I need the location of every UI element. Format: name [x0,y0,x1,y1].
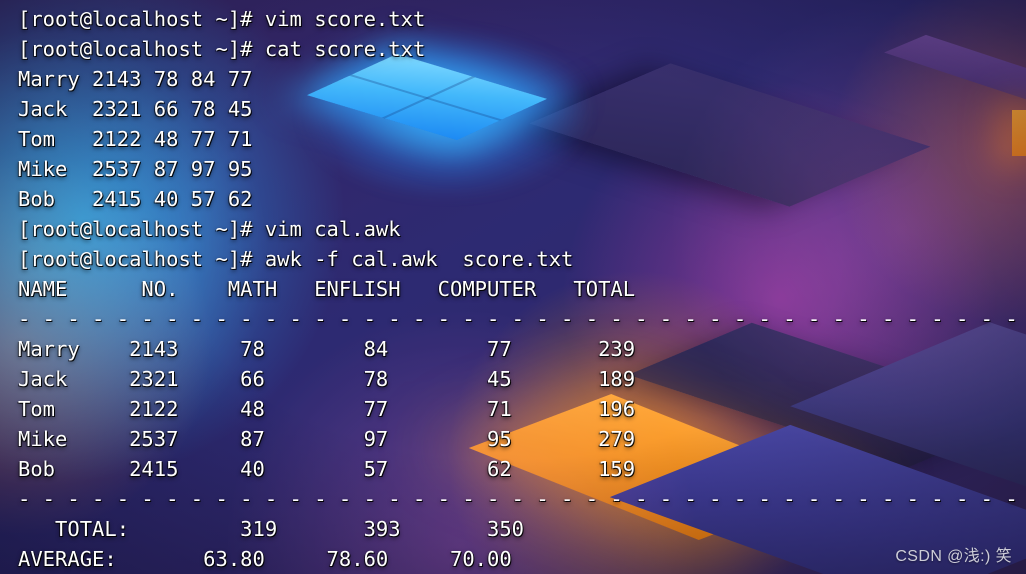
terminal-line-output-18: AVERAGE: 63.80 78.60 70.00 [18,547,512,571]
terminal-line-output-5: Mike 2537 87 97 95 [18,157,253,181]
terminal-line-output-9: NAME NO. MATH ENFLISH COMPUTER TOTAL [18,277,636,301]
terminal-line-output-2: Marry 2143 78 84 77 [18,67,253,91]
terminal-line-rule-10: - - - - - - - - - - - - - - - - - - - - … [18,307,1026,331]
terminal-line-rule-16: - - - - - - - - - - - - - - - - - - - - … [18,487,1026,511]
terminal-line-command-7: [root@localhost ~]# vim cal.awk [18,217,401,241]
terminal-line-output-6: Bob 2415 40 57 62 [18,187,253,211]
terminal-line-output-17: TOTAL: 319 393 350 [18,517,525,541]
terminal-window[interactable]: [root@localhost ~]# vim score.txt [root@l… [0,0,1026,574]
terminal-line-output-14: Mike 2537 87 97 95 279 [18,427,636,451]
terminal-line-output-13: Tom 2122 48 77 71 196 [18,397,636,421]
terminal-line-output-11: Marry 2143 78 84 77 239 [18,337,636,361]
csdn-watermark: CSDN @浅:) 笑 [895,548,1012,565]
terminal-line-output-4: Tom 2122 48 77 71 [18,127,253,151]
terminal-output-area[interactable]: [root@localhost ~]# vim score.txt [root@l… [0,0,1026,574]
terminal-line-command-0: [root@localhost ~]# vim score.txt [18,7,426,31]
terminal-line-output-3: Jack 2321 66 78 45 [18,97,253,121]
terminal-line-output-12: Jack 2321 66 78 45 189 [18,367,636,391]
terminal-line-output-15: Bob 2415 40 57 62 159 [18,457,636,481]
terminal-line-command-1: [root@localhost ~]# cat score.txt [18,37,426,61]
terminal-line-command-8: [root@localhost ~]# awk -f cal.awk score… [18,247,574,271]
